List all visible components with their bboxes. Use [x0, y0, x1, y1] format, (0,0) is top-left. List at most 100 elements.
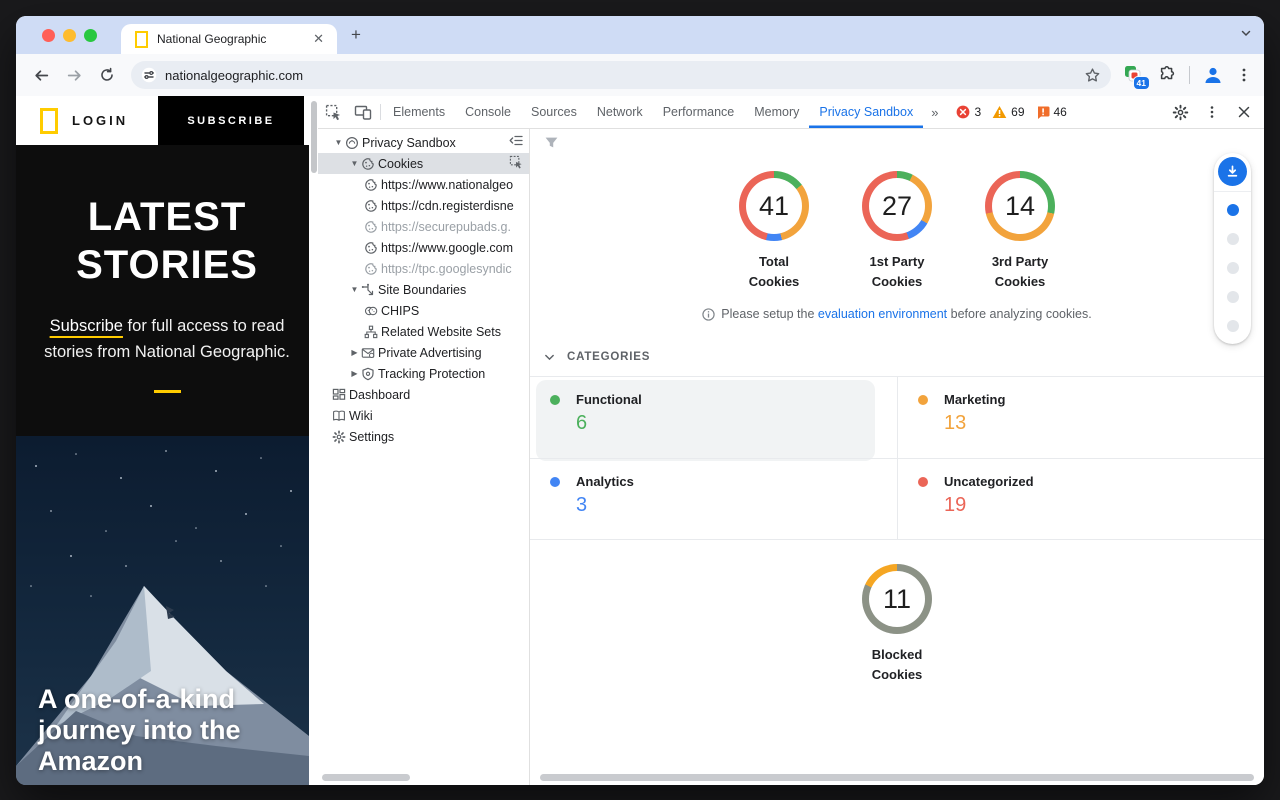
tree-item-dashboard[interactable]: Dashboard	[318, 384, 529, 405]
tab-close-icon[interactable]: ✕	[310, 31, 327, 47]
forward-button[interactable]	[61, 62, 87, 88]
errors-badge[interactable]: 3	[956, 105, 981, 119]
donut-label: 3rd PartyCookies	[992, 252, 1048, 292]
evaluation-environment-link[interactable]: evaluation environment	[818, 307, 947, 321]
devtools-tab-performance[interactable]: Performance	[653, 96, 745, 128]
category-card-analytics[interactable]: Analytics3	[530, 458, 897, 539]
extensions-puzzle-icon[interactable]	[1157, 65, 1177, 85]
tree-item-tracking-protection[interactable]: ▶ Tracking Protection	[318, 363, 529, 384]
subscribe-text-link[interactable]: Subscribe	[50, 317, 123, 335]
browser-tab[interactable]: National Geographic ✕	[121, 24, 337, 54]
tree-item-related-website-sets[interactable]: Related Website Sets	[318, 321, 529, 342]
inspect-icon[interactable]	[509, 155, 524, 170]
back-button[interactable]	[28, 62, 54, 88]
devtools-tab-elements[interactable]: Elements	[383, 96, 455, 128]
expand-arrow-icon[interactable]: ▼	[332, 138, 345, 147]
devtools-settings-gear-icon[interactable]	[1166, 96, 1194, 128]
close-window-button[interactable]	[42, 29, 55, 42]
browser-window: National Geographic ✕ + nationalgeograph…	[16, 16, 1264, 785]
subscribe-button[interactable]: SUBSCRIBE	[158, 96, 304, 145]
category-count: 13	[944, 412, 1244, 435]
minimize-window-button[interactable]	[63, 29, 76, 42]
tree-item-https-tpc-googlesyndic[interactable]: https://tpc.googlesyndic	[318, 258, 529, 279]
tree-horizontal-scrollbar-thumb[interactable]	[322, 774, 410, 781]
page-dot-1-active[interactable]	[1227, 204, 1239, 216]
expand-arrow-icon[interactable]: ▼	[348, 159, 361, 168]
cookie-icon	[364, 199, 381, 213]
categories-header[interactable]: CATEGORIES	[544, 351, 1264, 363]
tree-item-settings[interactable]: Settings	[318, 426, 529, 447]
extension-badge: 41	[1133, 76, 1150, 90]
page-dot-4[interactable]	[1227, 291, 1239, 303]
console-badges: 3 69 46	[956, 105, 1072, 119]
tree-item-cookies[interactable]: ▼Cookies	[318, 153, 529, 174]
site-scrollbar[interactable]	[309, 96, 318, 785]
donut-value: 27	[869, 178, 925, 234]
collapse-arrow-icon[interactable]: ▶	[348, 369, 361, 378]
collapse-panel-icon[interactable]	[509, 134, 524, 147]
cookie-icon	[364, 220, 381, 234]
cookie-icon	[361, 157, 378, 171]
tabbar-divider	[380, 104, 381, 120]
category-card-uncategorized[interactable]: Uncategorized19	[897, 458, 1264, 539]
chips-icon	[364, 304, 381, 318]
donut-3rd-party-cookies: 143rd PartyCookies	[959, 171, 1082, 292]
address-bar[interactable]: nationalgeographic.com	[131, 61, 1111, 89]
tracking-protection-icon	[361, 367, 378, 381]
category-count: 19	[944, 494, 1244, 517]
devtools-tab-sources[interactable]: Sources	[521, 96, 587, 128]
story-headline[interactable]: A one-of-a-kind journey into the Amazon	[38, 684, 288, 777]
tree-item-https-www-google-com[interactable]: https://www.google.com	[318, 237, 529, 258]
devtools-tab-memory[interactable]: Memory	[744, 96, 809, 128]
filter-funnel-icon[interactable]	[544, 135, 559, 150]
devtools-tab-console[interactable]: Console	[455, 96, 521, 128]
devtools-close-icon[interactable]	[1230, 96, 1258, 128]
collapse-arrow-icon[interactable]: ▶	[348, 348, 361, 357]
new-tab-button[interactable]: +	[351, 25, 361, 45]
zoom-window-button[interactable]	[84, 29, 97, 42]
download-report-button[interactable]	[1218, 157, 1247, 186]
login-link[interactable]: LOGIN	[72, 113, 128, 128]
page-dot-5[interactable]	[1227, 320, 1239, 332]
site-scrollbar-thumb[interactable]	[311, 101, 317, 173]
devtools-menu-kebab-icon[interactable]	[1198, 96, 1226, 128]
page-dot-2[interactable]	[1227, 233, 1239, 245]
inspect-element-icon[interactable]	[318, 96, 348, 128]
devtools-tab-privacy-sandbox[interactable]: Privacy Sandbox	[809, 96, 923, 128]
tree-item-site-boundaries[interactable]: ▼Site Boundaries	[318, 279, 529, 300]
more-tabs-button[interactable]: »	[923, 105, 946, 120]
setup-note: Please setup the evaluation environment …	[530, 307, 1264, 321]
tree-item-privacy-sandbox[interactable]: ▼Privacy Sandbox	[318, 132, 529, 153]
privacy-sandbox-icon	[345, 136, 362, 150]
category-card-functional[interactable]: Functional6	[530, 377, 897, 458]
device-toolbar-icon[interactable]	[348, 96, 378, 128]
profile-avatar[interactable]	[1202, 64, 1224, 86]
bookmark-star-icon[interactable]	[1084, 67, 1101, 84]
tree-item-https-securepubads-g[interactable]: https://securepubads.g.	[318, 216, 529, 237]
tree-item-https-cdn-registerdisne[interactable]: https://cdn.registerdisne	[318, 195, 529, 216]
donut-ring: 11	[862, 564, 932, 634]
category-card-marketing[interactable]: Marketing13	[897, 377, 1264, 458]
devtools-tab-network[interactable]: Network	[587, 96, 653, 128]
page-dot-3[interactable]	[1227, 262, 1239, 274]
tree-item-chips[interactable]: CHIPS	[318, 300, 529, 321]
site-settings-icon[interactable]	[141, 67, 157, 83]
psat-extension-icon[interactable]: 41	[1123, 64, 1145, 86]
tree-item-label: CHIPS	[381, 304, 419, 318]
story-card-photo[interactable]: A one-of-a-kind journey into the Amazon	[16, 436, 309, 785]
main-horizontal-scrollbar-thumb[interactable]	[540, 774, 1254, 781]
cookie-icon	[364, 241, 381, 255]
tree-item-https-www-nationalgeo[interactable]: https://www.nationalgeo	[318, 174, 529, 195]
tab-search-chevron-icon[interactable]	[1240, 27, 1252, 39]
warnings-badge[interactable]: 69	[992, 105, 1024, 119]
natgeo-logo[interactable]	[40, 108, 58, 134]
expand-arrow-icon[interactable]: ▼	[348, 285, 361, 294]
category-dot	[918, 395, 928, 405]
tree-item-wiki[interactable]: Wiki	[318, 405, 529, 426]
tree-item-private-advertising[interactable]: ▶Private Advertising	[318, 342, 529, 363]
tree-item-label: Tracking Protection	[378, 367, 485, 381]
issues-badge[interactable]: 46	[1036, 105, 1067, 119]
browser-menu-kebab-icon[interactable]	[1236, 67, 1252, 83]
reload-button[interactable]	[94, 62, 120, 88]
url-text[interactable]: nationalgeographic.com	[165, 68, 1084, 83]
